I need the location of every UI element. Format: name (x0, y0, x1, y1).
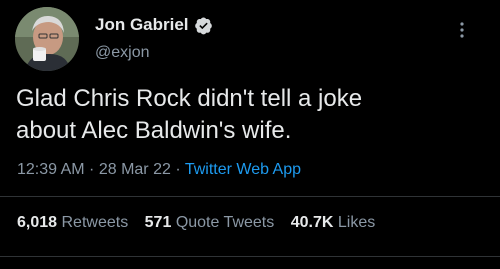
meta-separator: · (84, 161, 99, 178)
likes-label: Likes (337, 214, 376, 231)
verified-badge-icon (194, 16, 213, 35)
retweets-stat[interactable]: 6,018 Retweets (17, 214, 133, 231)
handle[interactable]: @exjon (95, 44, 150, 62)
engagement-stats: 6,018 Retweets 571 Quote Tweets 40.7K Li… (17, 214, 375, 232)
display-name[interactable]: Jon Gabriel (95, 15, 189, 35)
divider (0, 256, 500, 257)
retweets-label: Retweets (61, 214, 129, 231)
avatar-image (15, 7, 79, 71)
quote-tweets-label: Quote Tweets (175, 214, 275, 231)
meta-separator: · (170, 161, 185, 178)
tweet-meta: 12:39 AM · 28 Mar 22 · Twitter Web App (17, 161, 301, 179)
more-options-icon[interactable] (452, 18, 472, 42)
tweet-text: Glad Chris Rock didn't tell a joke about… (16, 83, 486, 147)
tweet-card: Jon Gabriel @exjon Glad Chris Rock didn'… (0, 0, 500, 269)
quote-tweets-count: 571 (144, 214, 172, 231)
likes-stat[interactable]: 40.7K Likes (291, 214, 376, 231)
retweets-count: 6,018 (17, 214, 58, 231)
likes-count: 40.7K (290, 214, 334, 231)
avatar[interactable] (15, 7, 79, 71)
tweet-text-line-2: about Alec Baldwin's wife. (16, 117, 292, 144)
divider (0, 196, 500, 197)
tweet-date[interactable]: 28 Mar 22 (99, 161, 171, 178)
tweet-source-link[interactable]: Twitter Web App (185, 161, 301, 178)
author-name-row: Jon Gabriel (95, 14, 213, 36)
tweet-time[interactable]: 12:39 AM (17, 161, 85, 178)
tweet-text-line-1: Glad Chris Rock didn't tell a joke (16, 85, 363, 112)
quote-tweets-stat[interactable]: 571 Quote Tweets (145, 214, 279, 231)
